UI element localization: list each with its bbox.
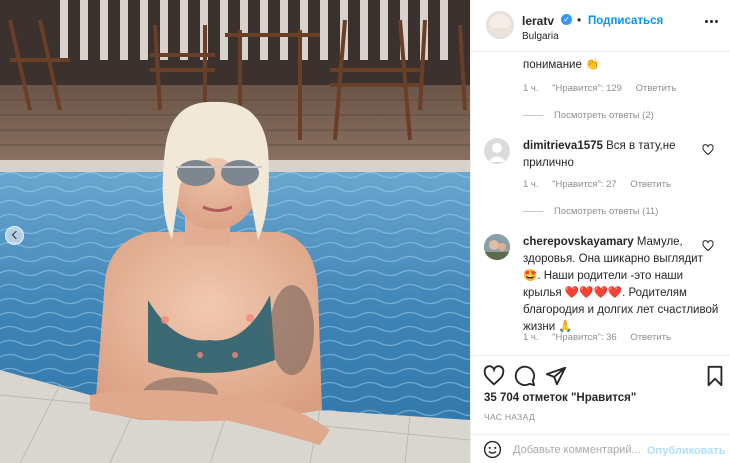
author-avatar[interactable] <box>486 11 514 39</box>
post-time: ЧАС НАЗАД <box>484 412 535 422</box>
bookmark-icon[interactable] <box>704 365 726 387</box>
verified-badge-icon: ✓ <box>561 14 572 25</box>
commenter-avatar[interactable] <box>484 234 510 260</box>
commenter-username[interactable]: cherepovskayamary <box>523 236 634 248</box>
comment-meta: 1 ч. "Нравится": 36 Ответить <box>523 332 682 343</box>
comment-input[interactable] <box>513 441 643 458</box>
comment-meta: 1 ч. "Нравится": 129 Ответить <box>523 83 687 94</box>
view-replies-button[interactable]: Посмотреть ответы (11) <box>523 206 658 217</box>
reply-button[interactable]: Ответить <box>630 332 671 343</box>
more-options-icon[interactable] <box>705 20 721 26</box>
likes-count[interactable]: 35 704 отметок "Нравится" <box>484 392 636 404</box>
post-header: leratv ✓ • Подписаться Bulgaria <box>471 0 730 52</box>
comment-text: dimitrieva1575 Вся в тату,не прилично <box>523 140 676 169</box>
smiley-icon[interactable] <box>483 440 502 459</box>
comments-list[interactable]: понимание 👏 1 ч. "Нравится": 129 Ответит… <box>471 53 730 355</box>
post-side-panel: leratv ✓ • Подписаться Bulgaria понимани… <box>470 0 730 463</box>
comment-like-heart-icon[interactable] <box>702 144 714 156</box>
comment-time[interactable]: 1 ч. <box>523 179 539 190</box>
view-replies-button[interactable]: Посмотреть ответы (2) <box>523 110 654 121</box>
post-actions: 35 704 отметок "Нравится" ЧАС НАЗАД <box>471 355 730 433</box>
post-photo[interactable] <box>0 0 470 463</box>
comment-text: понимание 👏 <box>523 59 600 71</box>
reply-button[interactable]: Ответить <box>630 179 671 190</box>
commenter-username[interactable]: dimitrieva1575 <box>523 140 603 152</box>
follow-button[interactable]: Подписаться <box>588 15 663 27</box>
carousel-prev-button[interactable] <box>5 226 24 245</box>
comment-text: cherepovskayamary Мамуле, здоровья. Она … <box>523 236 719 333</box>
comment-likes[interactable]: "Нравится": 129 <box>552 83 622 94</box>
comment-time[interactable]: 1 ч. <box>523 332 539 343</box>
photo-woman-in-pool <box>0 0 470 463</box>
comment-time[interactable]: 1 ч. <box>523 83 539 94</box>
publish-button[interactable]: Опубликовать <box>647 445 726 457</box>
share-icon[interactable] <box>545 365 567 387</box>
separator-dot: • <box>577 13 582 27</box>
commenter-avatar[interactable] <box>484 138 510 164</box>
add-comment-bar: Опубликовать <box>471 434 730 463</box>
comment-like-heart-icon[interactable] <box>702 240 714 252</box>
comment-likes[interactable]: "Нравится": 27 <box>552 179 617 190</box>
post-location[interactable]: Bulgaria <box>522 31 559 42</box>
comment-icon[interactable] <box>514 365 536 387</box>
comment-likes[interactable]: "Нравится": 36 <box>552 332 617 343</box>
heart-icon[interactable] <box>483 365 505 387</box>
comment-meta: 1 ч. "Нравится": 27 Ответить <box>523 179 682 190</box>
reply-button[interactable]: Ответить <box>636 83 677 94</box>
author-username[interactable]: leratv <box>522 14 554 28</box>
